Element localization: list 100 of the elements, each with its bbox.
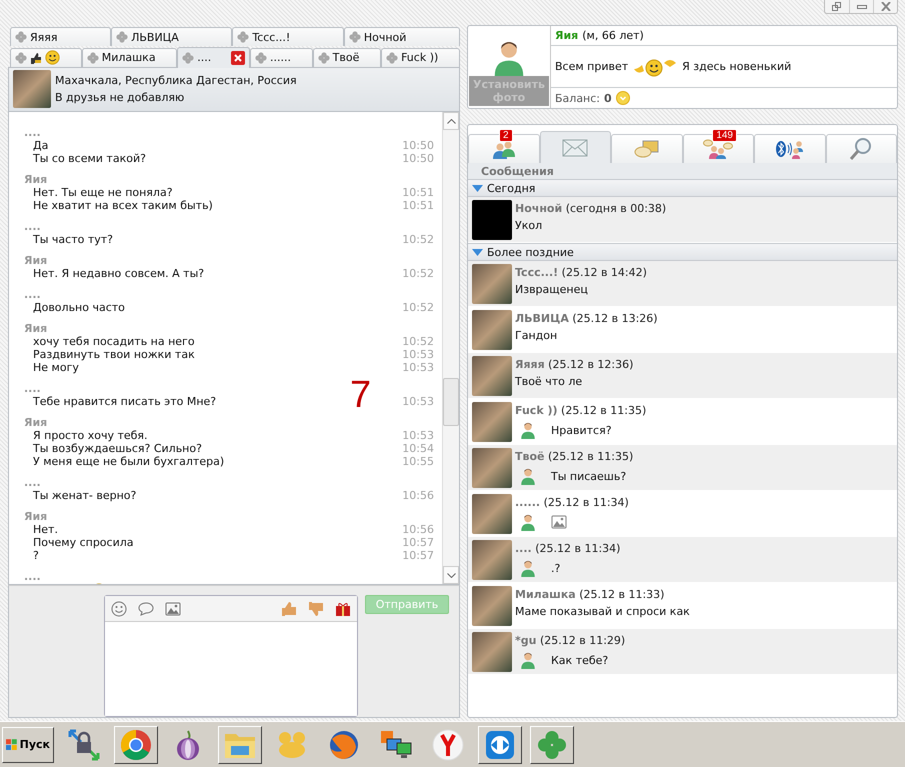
conversation-item[interactable]: Твоё (25.12 в 11:35) Ты писаешь?	[468, 445, 897, 491]
taskbar-app[interactable]	[478, 726, 522, 764]
scroll-up-icon[interactable]	[446, 118, 456, 124]
waving-smiley-icon	[632, 56, 678, 76]
sender-name: ....	[24, 288, 41, 302]
message-text: ?	[33, 549, 39, 562]
message-preview: Извращенец	[515, 283, 589, 296]
speech-bubble-picture-icon	[634, 139, 660, 159]
chat-tab[interactable]: Fuck ))	[381, 48, 460, 67]
message-preview: Маме показывай и спроси как	[515, 605, 690, 618]
own-avatar-icon	[519, 651, 537, 669]
count-badge: 149	[712, 129, 737, 142]
speech-bubble-icon[interactable]	[138, 602, 154, 616]
message-preview: Как тебе?	[551, 654, 608, 666]
count-badge: 2	[498, 129, 512, 142]
status-clover-icon	[237, 31, 250, 43]
picture-icon	[551, 515, 567, 529]
status-clover-icon	[386, 52, 398, 64]
chat-tab[interactable]: ......	[250, 48, 313, 67]
browser-circle-icon	[120, 728, 152, 760]
conversation-item[interactable]: Яяяя (25.12 в 12:36) Твоё что ле	[468, 353, 897, 399]
restore-icon	[832, 2, 842, 11]
panel-title: Сообщения	[481, 164, 554, 178]
smiley-outline-icon[interactable]	[111, 600, 127, 617]
message-time: 10:50	[402, 152, 434, 166]
nav-tab[interactable]	[826, 134, 897, 163]
status-clover-icon	[348, 31, 361, 43]
photo-placeholder	[13, 70, 51, 108]
chat-tab[interactable]	[10, 48, 82, 67]
message-time: 10:52	[402, 335, 434, 348]
status-clover-icon	[116, 31, 128, 43]
message-time: 10:53	[402, 361, 434, 374]
taskbar-app[interactable]	[218, 726, 262, 764]
taskbar-app[interactable]	[530, 726, 574, 764]
expand-triangle-icon	[472, 248, 483, 256]
status-clover-icon	[86, 52, 99, 64]
own-avatar-icon	[519, 559, 537, 577]
chat-tab[interactable]: ....	[177, 46, 250, 68]
own-avatar-icon	[519, 467, 537, 485]
scroll-down-icon[interactable]	[446, 572, 456, 578]
envelope-icon	[562, 138, 588, 156]
scroll-thumb[interactable]	[443, 378, 459, 426]
conversation-title: Твоё (25.12 в 11:35)	[515, 450, 634, 463]
message-time: 10:53	[402, 395, 434, 408]
message-text: Нет.	[33, 523, 58, 536]
message-text: Не могу	[33, 361, 79, 374]
chat-tab[interactable]: ЛЬВИЦА	[111, 27, 232, 46]
section-header[interactable]: Сегодня	[468, 179, 897, 197]
conversation-item[interactable]: Ночной (сегодня в 00:38) Укол	[468, 197, 897, 243]
thumbs-down-icon[interactable]	[308, 600, 324, 617]
conversation-item[interactable]: .... (25.12 в 11:34) .?	[468, 537, 897, 583]
balance-label: Баланс:	[555, 92, 600, 104]
close-tab-icon[interactable]	[230, 50, 245, 65]
message-time: 10:53	[402, 429, 434, 442]
conversation-item[interactable]: *gu (25.12 в 11:29) Как тебе?	[468, 629, 897, 675]
sender-name: ....	[24, 570, 41, 584]
message-time: 10:57	[402, 536, 434, 550]
status-text: Всем привет	[555, 60, 628, 73]
annotation-number: 7	[350, 376, 372, 414]
scrollbar[interactable]	[442, 112, 459, 584]
message-time: 10:51	[402, 186, 434, 200]
chat-tab[interactable]: Tccc...!	[232, 27, 344, 46]
group-chat-icon	[703, 139, 734, 159]
message-preview: Нравится?	[551, 424, 612, 436]
chat-tab[interactable]: Милашка	[82, 48, 178, 67]
message-text: хочу тебя посадить на него	[33, 335, 195, 348]
gift-icon[interactable]	[335, 600, 351, 617]
profile-name: Яия	[555, 29, 578, 42]
thumbs-up-icon[interactable]	[281, 600, 297, 617]
own-avatar-icon	[519, 421, 537, 439]
taskbar-app[interactable]	[114, 726, 158, 764]
search-icon	[849, 137, 874, 161]
status-clover-icon	[182, 52, 194, 64]
start-button[interactable]: Пуск	[2, 726, 54, 762]
message-text: Я просто хочу тебя.	[33, 429, 148, 442]
onion-icon	[174, 728, 202, 760]
conversation-title: Fuck )) (25.12 в 11:35)	[515, 404, 646, 417]
message-text: Ты со всеми такой?	[33, 152, 146, 166]
clover-icon	[537, 730, 567, 760]
message-time: 10:52	[402, 267, 434, 280]
section-header[interactable]: Более поздние	[468, 243, 897, 261]
nav-tab[interactable]	[754, 134, 826, 163]
message-time: 10:55	[402, 455, 434, 468]
conversation-title: ...... (25.12 в 11:34)	[515, 496, 629, 509]
message-text: Раздвинуть твои ножки так	[33, 348, 195, 362]
chat-tab[interactable]: Ночной	[344, 27, 460, 46]
message-time: 10:57	[402, 549, 434, 562]
message-composer[interactable]	[104, 595, 358, 718]
close-icon	[880, 2, 890, 11]
sender-name: Яия	[24, 416, 48, 430]
message-text: Ты женат- верно?	[33, 489, 136, 502]
sender-name: Яия	[24, 254, 48, 268]
conversation-title: Яяяя (25.12 в 12:36)	[515, 358, 634, 371]
padlock-arrows-icon	[67, 728, 101, 762]
chat-tab[interactable]: Твоё	[312, 48, 382, 67]
message-text: Нет. Ты еще не поняла?	[33, 186, 173, 200]
conversation-title: Милашка (25.12 в 11:33)	[515, 588, 666, 601]
balance-value: 0	[604, 92, 612, 104]
conversation-item[interactable]: Tccc...! (25.12 в 14:42) Извращенец	[468, 261, 897, 307]
chat-tab[interactable]: Яяяя	[10, 27, 112, 46]
